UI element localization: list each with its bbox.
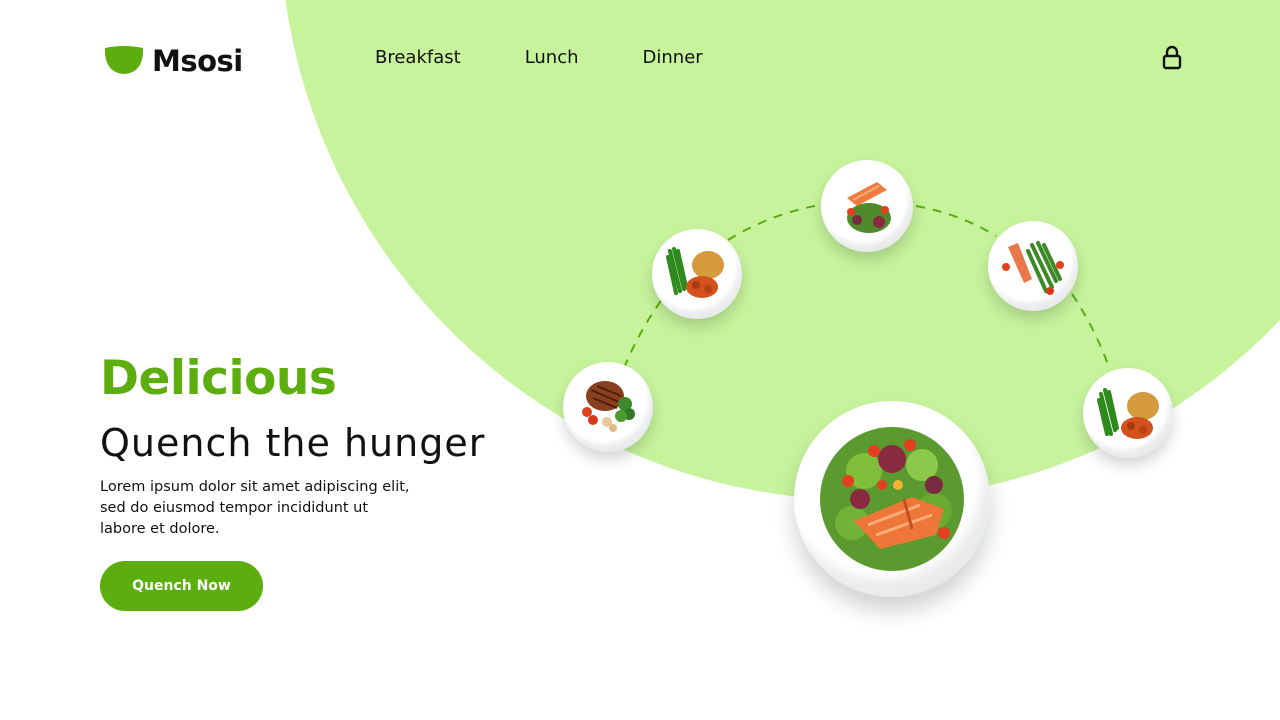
bowl-icon [105,46,143,74]
steak-dish-icon[interactable] [563,362,653,452]
nav-dinner[interactable]: Dinner [643,47,703,71]
nav-lunch[interactable]: Lunch [525,47,579,71]
main-nav: Breakfast Lunch Dinner [375,47,767,71]
landing-page: Msosi Breakfast Lunch Dinner Delicious Q… [0,0,1280,720]
brand-name: Msosi [152,44,243,78]
beans-dish-icon[interactable] [652,229,742,319]
featured-salad-icon[interactable] [794,401,990,597]
hero-title: Quench the hunger [100,421,486,465]
hero-section: Delicious Quench the hunger Lorem ipsum … [100,350,520,611]
lock-icon[interactable] [1160,45,1184,71]
salmon-dish-icon[interactable] [821,160,913,252]
beans-dish-icon[interactable] [1083,368,1173,458]
brand-logo[interactable]: Msosi [105,44,243,78]
quench-now-button[interactable]: Quench Now [100,561,263,611]
hero-kicker: Delicious [100,351,337,406]
nav-breakfast[interactable]: Breakfast [375,47,461,71]
hero-description: Lorem ipsum dolor sit amet adipiscing el… [100,479,410,537]
salmon-asparagus-dish-icon[interactable] [988,221,1078,311]
